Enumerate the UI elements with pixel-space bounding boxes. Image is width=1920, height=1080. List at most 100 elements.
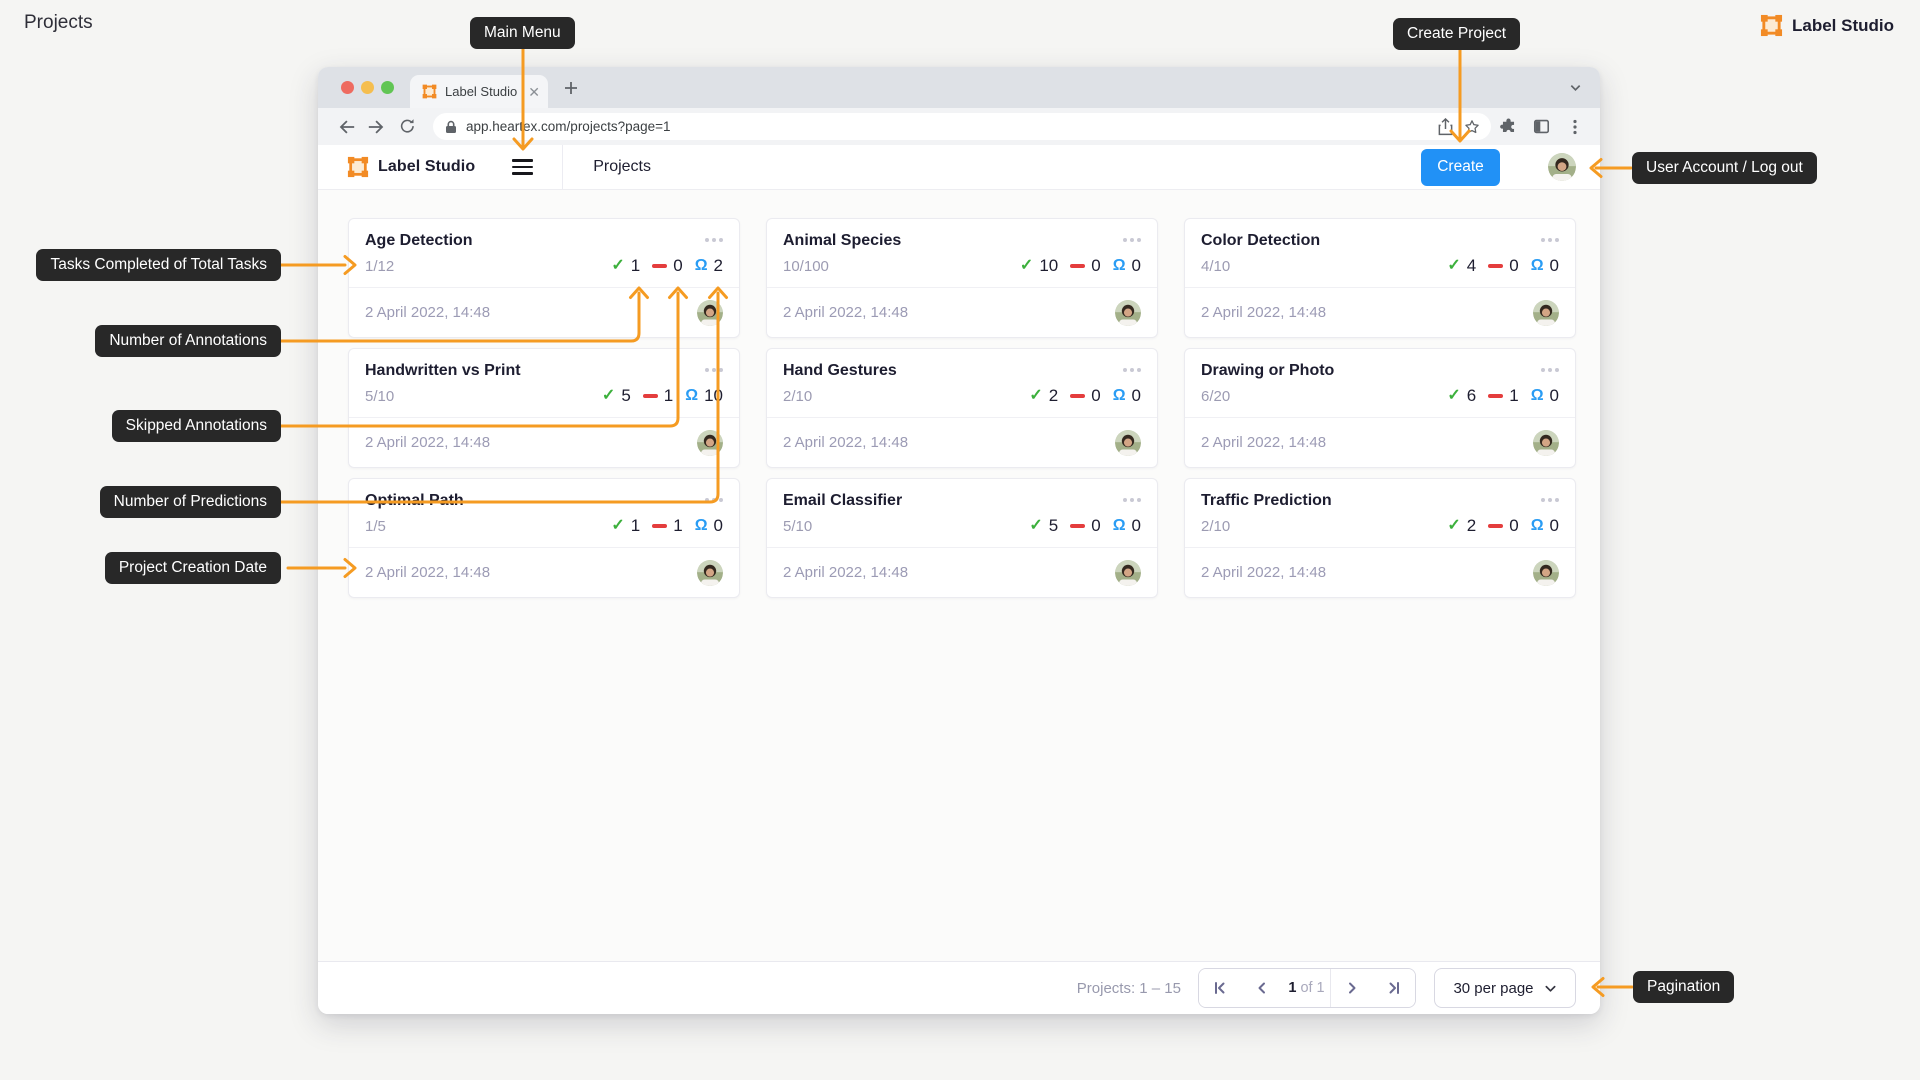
- card-menu-dots-icon[interactable]: [1541, 232, 1559, 242]
- project-card[interactable]: Traffic Prediction 2/10 ✓ 2 0 Ω 0: [1184, 478, 1576, 598]
- callout-create-project: Create Project: [1393, 18, 1520, 50]
- check-icon: ✓: [1447, 518, 1460, 534]
- card-menu-dots-icon[interactable]: [1541, 492, 1559, 502]
- card-menu-dots-icon[interactable]: [1123, 492, 1141, 502]
- project-title[interactable]: Email Classifier: [783, 492, 1123, 510]
- project-title[interactable]: Hand Gestures: [783, 362, 1123, 380]
- browser-tab[interactable]: Label Studio ✕: [410, 75, 548, 108]
- prediction-icon: Ω: [1531, 258, 1544, 274]
- project-title[interactable]: Handwritten vs Print: [365, 362, 705, 380]
- callout-skipped: Skipped Annotations: [112, 410, 281, 442]
- new-tab-button[interactable]: [564, 81, 578, 95]
- predictions-stat: Ω 10: [685, 386, 723, 406]
- tab-list-chevron-icon[interactable]: [1569, 81, 1582, 94]
- per-page-dropdown[interactable]: 30 per page: [1434, 968, 1576, 1008]
- forward-button[interactable]: [363, 113, 390, 140]
- side-panel-icon[interactable]: [1528, 113, 1555, 140]
- annotations-count: 1: [631, 256, 640, 276]
- project-owner-avatar[interactable]: [1533, 430, 1559, 456]
- card-menu-dots-icon[interactable]: [705, 232, 723, 242]
- share-icon[interactable]: [1437, 118, 1454, 136]
- projects-range-label: Projects: 1 – 15: [1077, 980, 1181, 997]
- project-card[interactable]: Age Detection 1/12 ✓ 1 0 Ω 2: [348, 218, 740, 338]
- app-header: Label Studio Projects Create: [318, 145, 1600, 190]
- project-owner-avatar[interactable]: [1115, 560, 1141, 586]
- project-creation-date: 2 April 2022, 14:48: [783, 564, 1115, 581]
- project-card[interactable]: Email Classifier 5/10 ✓ 5 0 Ω 0: [766, 478, 1158, 598]
- project-title[interactable]: Traffic Prediction: [1201, 492, 1541, 510]
- skipped-stat: 0: [1488, 516, 1518, 536]
- project-owner-avatar[interactable]: [697, 300, 723, 326]
- tab-favicon-icon: [422, 84, 437, 99]
- project-owner-avatar[interactable]: [697, 430, 723, 456]
- create-project-button[interactable]: Create: [1421, 149, 1500, 186]
- card-stat-counters: ✓ 4 0 Ω 0: [1447, 256, 1559, 276]
- user-avatar[interactable]: [1548, 153, 1576, 181]
- skipped-stat: 0: [1070, 516, 1100, 536]
- label-studio-logo-icon: [1760, 14, 1783, 37]
- project-title[interactable]: Animal Species: [783, 232, 1123, 250]
- project-card[interactable]: Drawing or Photo 6/20 ✓ 6 1 Ω 0: [1184, 348, 1576, 468]
- project-card[interactable]: Color Detection 4/10 ✓ 4 0 Ω 0: [1184, 218, 1576, 338]
- annotations-count: 10: [1039, 256, 1058, 276]
- card-menu-dots-icon[interactable]: [1123, 362, 1141, 372]
- project-card[interactable]: Optimal Path 1/5 ✓ 1 1 Ω 0: [348, 478, 740, 598]
- project-owner-avatar[interactable]: [697, 560, 723, 586]
- tasks-progress: 5/10: [783, 518, 1029, 535]
- annotations-count: 4: [1467, 256, 1476, 276]
- url-text[interactable]: app.heartex.com/projects?page=1: [466, 119, 1428, 134]
- project-card[interactable]: Handwritten vs Print 5/10 ✓ 5 1 Ω 10: [348, 348, 740, 468]
- annotations-stat: ✓ 2: [1029, 386, 1058, 406]
- tab-close-icon[interactable]: ✕: [528, 85, 540, 99]
- annotations-count: 6: [1467, 386, 1476, 406]
- skipped-stat: 1: [1488, 386, 1518, 406]
- card-stat-counters: ✓ 10 0 Ω 0: [1020, 256, 1141, 276]
- reload-button[interactable]: [394, 113, 421, 140]
- project-owner-avatar[interactable]: [1115, 300, 1141, 326]
- callout-main-menu: Main Menu: [470, 17, 575, 49]
- bookmark-star-icon[interactable]: [1463, 118, 1481, 136]
- project-creation-date: 2 April 2022, 14:48: [365, 434, 697, 451]
- card-menu-dots-icon[interactable]: [1123, 232, 1141, 242]
- predictions-count: 0: [1132, 386, 1141, 406]
- tasks-progress: 1/12: [365, 258, 611, 275]
- extensions-puzzle-icon[interactable]: [1495, 113, 1522, 140]
- project-creation-date: 2 April 2022, 14:48: [1201, 434, 1533, 451]
- close-window-button[interactable]: [341, 81, 354, 94]
- predictions-stat: Ω 0: [1113, 386, 1141, 406]
- check-icon: ✓: [1020, 258, 1033, 274]
- next-page-button[interactable]: [1331, 969, 1373, 1007]
- address-bar[interactable]: app.heartex.com/projects?page=1: [433, 113, 1491, 140]
- annotations-count: 5: [621, 386, 630, 406]
- browser-menu-dots-icon[interactable]: [1561, 113, 1588, 140]
- project-title[interactable]: Optimal Path: [365, 492, 705, 510]
- window-controls[interactable]: [341, 81, 394, 94]
- minus-icon: [1488, 394, 1503, 398]
- minimize-window-button[interactable]: [361, 81, 374, 94]
- project-title[interactable]: Age Detection: [365, 232, 705, 250]
- first-page-button[interactable]: [1199, 969, 1241, 1007]
- main-menu-hamburger-icon[interactable]: [512, 159, 533, 175]
- minus-icon: [643, 394, 658, 398]
- card-menu-dots-icon[interactable]: [705, 492, 723, 502]
- card-menu-dots-icon[interactable]: [705, 362, 723, 372]
- project-creation-date: 2 April 2022, 14:48: [365, 304, 697, 321]
- project-owner-avatar[interactable]: [1533, 300, 1559, 326]
- project-title[interactable]: Drawing or Photo: [1201, 362, 1541, 380]
- project-title[interactable]: Color Detection: [1201, 232, 1541, 250]
- callout-pagination: Pagination: [1633, 971, 1734, 1003]
- project-owner-avatar[interactable]: [1533, 560, 1559, 586]
- card-menu-dots-icon[interactable]: [1541, 362, 1559, 372]
- previous-page-button[interactable]: [1241, 969, 1283, 1007]
- skipped-count: 0: [1091, 386, 1100, 406]
- project-card[interactable]: Hand Gestures 2/10 ✓ 2 0 Ω 0: [766, 348, 1158, 468]
- toolbar-right-icons: [1495, 113, 1588, 140]
- zoom-window-button[interactable]: [381, 81, 394, 94]
- predictions-stat: Ω 0: [1113, 256, 1141, 276]
- project-owner-avatar[interactable]: [1115, 430, 1141, 456]
- back-button[interactable]: [332, 113, 359, 140]
- callout-predictions: Number of Predictions: [100, 486, 281, 518]
- last-page-button[interactable]: [1373, 969, 1415, 1007]
- browser-tab-strip: Label Studio ✕: [318, 67, 1600, 108]
- project-card[interactable]: Animal Species 10/100 ✓ 10 0 Ω 0: [766, 218, 1158, 338]
